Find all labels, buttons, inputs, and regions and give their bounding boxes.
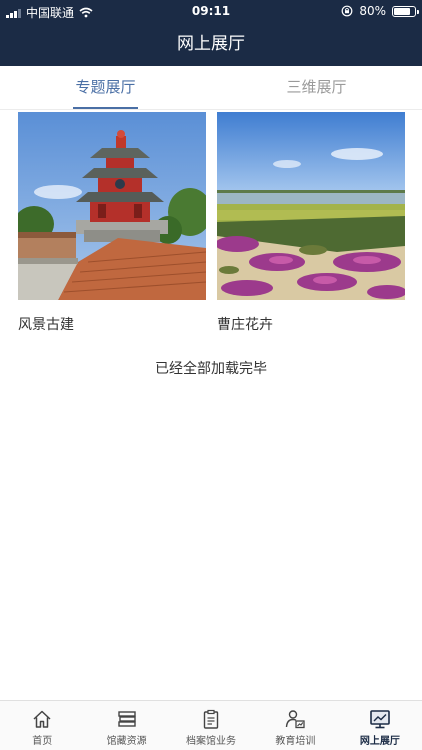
status-bar: 中国联通 09:11 80% (0, 0, 422, 22)
list-end-message: 已经全部加载完毕 (155, 361, 267, 377)
tabbar-item-home[interactable]: 首页 (0, 701, 84, 750)
flower-field-photo (217, 112, 405, 300)
tabbar-label: 教育培训 (275, 736, 316, 747)
card-title: 曹庄花卉 (217, 317, 273, 333)
tabbar-label: 馆藏资源 (106, 736, 147, 747)
tabbar-item-education[interactable]: 教育培训 (253, 701, 337, 750)
status-right: 80% (341, 4, 419, 18)
clipboard-icon (203, 709, 219, 729)
tab-special-exhibition[interactable]: 专题展厅 (0, 66, 211, 110)
battery-percent: 80% (359, 4, 386, 18)
tabbar-item-archive-services[interactable]: 档案馆业务 (169, 701, 253, 750)
pavilion-photo (18, 112, 206, 300)
nav-bar: 网上展厅 (0, 22, 422, 66)
page-title: 网上展厅 (177, 34, 245, 54)
person-chart-icon (286, 710, 306, 729)
tab-3d-exhibition[interactable]: 三维展厅 (211, 66, 422, 110)
tabbar-label: 网上展厅 (359, 736, 400, 747)
battery-icon (392, 5, 419, 17)
monitor-icon (370, 710, 390, 729)
card-title: 风景古建 (18, 317, 74, 333)
battery-level (394, 7, 410, 15)
tabbar-label: 首页 (32, 736, 53, 747)
books-icon (117, 711, 136, 727)
home-icon (33, 710, 51, 728)
tab-bar: 专题展厅 三维展厅 (0, 66, 422, 110)
active-tab-indicator (73, 107, 138, 109)
exhibition-card-flowers[interactable]: 曹庄花卉 (217, 112, 405, 334)
tabbar-item-online-exhibition[interactable]: 网上展厅 (338, 701, 422, 750)
tabbar-item-collections[interactable]: 馆藏资源 (84, 701, 168, 750)
bottom-tab-bar: 首页 馆藏资源 档案馆业务 教育培训 网上展厅 (0, 700, 422, 750)
orientation-lock-icon (341, 5, 353, 17)
tabbar-label: 档案馆业务 (186, 736, 237, 747)
exhibition-card-scenery[interactable]: 风景古建 (18, 112, 206, 334)
